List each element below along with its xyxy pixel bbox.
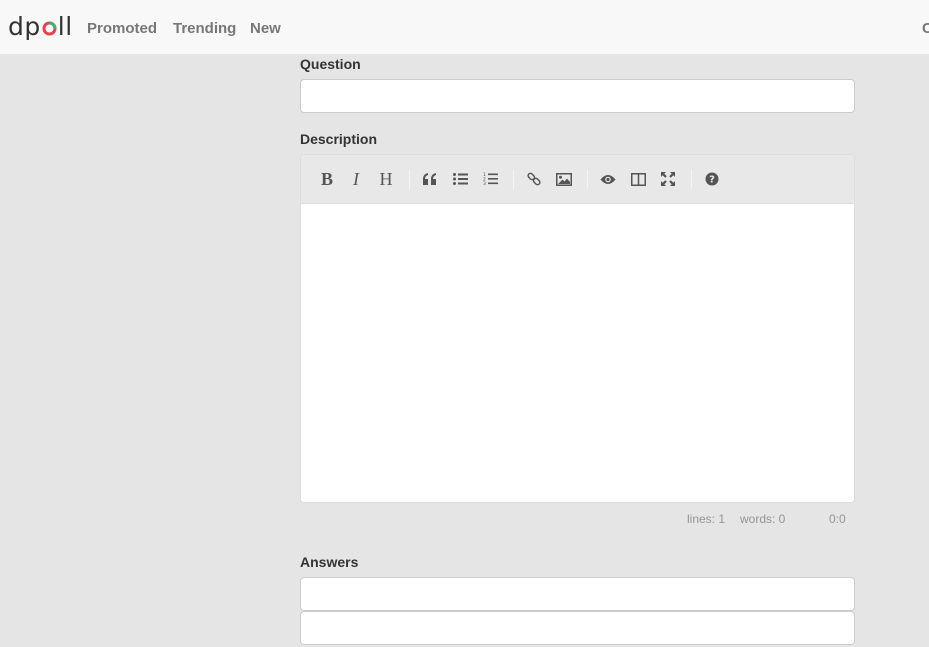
nav-link-new[interactable]: New [250,20,281,38]
toolbar-separator [513,170,514,189]
svg-text:3: 3 [483,181,486,186]
navbar: dp ll Promoted Trending New C [0,0,929,54]
quote-icon [423,173,436,185]
editor-toolbar: B I H 123 ? [301,155,854,204]
link-icon [527,172,541,186]
image-button[interactable] [552,167,576,191]
italic-icon: I [353,168,359,189]
answer-input-1[interactable] [300,577,855,611]
unordered-list-button[interactable] [448,167,472,191]
answers-label: Answers [300,554,359,570]
logo-o-icon [42,21,57,36]
ordered-list-icon: 123 [483,172,498,186]
logo[interactable]: dp ll [8,13,73,41]
nav-right-item[interactable]: C [922,20,929,38]
guide-button[interactable]: ? [700,167,724,191]
ordered-list-button[interactable]: 123 [478,167,502,191]
eye-icon [600,174,616,184]
question-label: Question [300,56,361,72]
unordered-list-icon [452,173,468,185]
fullscreen-icon [661,172,675,186]
fullscreen-button[interactable] [656,167,680,191]
status-words: words: 0 [740,512,786,526]
description-textarea[interactable] [301,204,854,502]
logo-text-right: ll [57,12,73,41]
description-label: Description [300,131,378,147]
toolbar-separator [409,170,410,189]
columns-icon [630,172,646,186]
question-circle-icon: ? [705,172,719,186]
link-button[interactable] [522,167,546,191]
quote-button[interactable] [418,167,442,191]
answer-input-2[interactable] [300,611,855,645]
heading-button[interactable]: H [374,167,398,191]
preview-button[interactable] [596,167,620,191]
italic-button[interactable]: I [344,167,368,191]
question-input[interactable] [300,79,855,113]
nav-link-trending[interactable]: Trending [173,20,236,38]
toolbar-separator [691,170,692,189]
status-lines: lines: 1 [687,512,726,526]
heading-icon: H [379,168,393,189]
nav-link-promoted[interactable]: Promoted [87,20,157,38]
markdown-editor: B I H 123 ? [300,154,855,503]
logo-text-left: dp [8,12,41,41]
side-by-side-button[interactable] [626,167,650,191]
bold-button[interactable]: B [315,167,339,191]
toolbar-separator [587,170,588,189]
svg-text:?: ? [709,175,715,186]
status-cursor: 0:0 [829,512,846,526]
bold-icon: B [320,168,333,189]
image-icon [556,172,572,186]
